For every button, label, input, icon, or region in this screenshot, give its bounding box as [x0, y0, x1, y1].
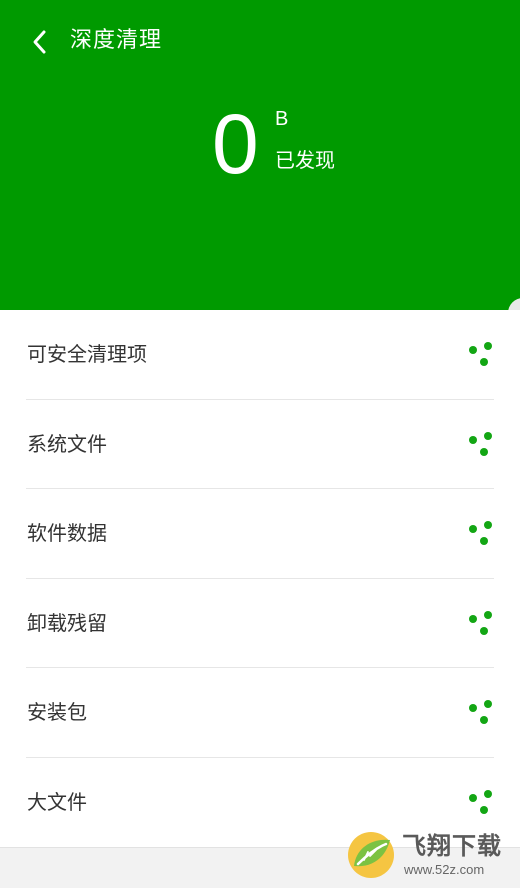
list-item-install-packages[interactable]: 安装包 [0, 668, 520, 758]
list-item-label: 卸载残留 [27, 610, 107, 635]
list-item-app-data[interactable]: 软件数据 [0, 489, 520, 579]
chevron-left-icon [33, 30, 46, 54]
list-item-label: 大文件 [27, 789, 87, 814]
clean-category-list: 可安全清理项 系统文件 软件数据 卸载残留 安装包 大文件 [0, 310, 520, 847]
list-item-safe-clean[interactable]: 可安全清理项 [0, 310, 520, 400]
page-title: 深度清理 [70, 28, 163, 53]
found-label: 已发现 [275, 148, 335, 172]
list-item-label: 可安全清理项 [27, 342, 147, 366]
watermark-text: 飞翔下载 [402, 832, 502, 860]
loading-dots-icon [464, 519, 498, 549]
found-size-unit: B [275, 108, 289, 130]
loading-dots-icon [464, 609, 498, 639]
back-button[interactable] [22, 24, 58, 60]
list-item-label: 安装包 [27, 700, 87, 724]
list-item-label: 软件数据 [27, 521, 107, 545]
loading-dots-icon [464, 698, 498, 728]
leaf-logo-icon [348, 832, 394, 878]
list-item-uninstall-residue[interactable]: 卸载残留 [0, 579, 520, 668]
watermark: 飞翔下载 www.52z.com [346, 828, 516, 884]
list-item-system-files[interactable]: 系统文件 [0, 400, 520, 489]
watermark-url: www.52z.com [404, 862, 485, 877]
header: 深度清理 0 B 已发现 [0, 0, 520, 310]
loading-dots-icon [464, 340, 498, 370]
list-item-label: 系统文件 [27, 431, 107, 456]
found-size-value: 0 [212, 97, 259, 191]
loading-dots-icon [464, 430, 498, 460]
loading-dots-icon [464, 788, 498, 818]
